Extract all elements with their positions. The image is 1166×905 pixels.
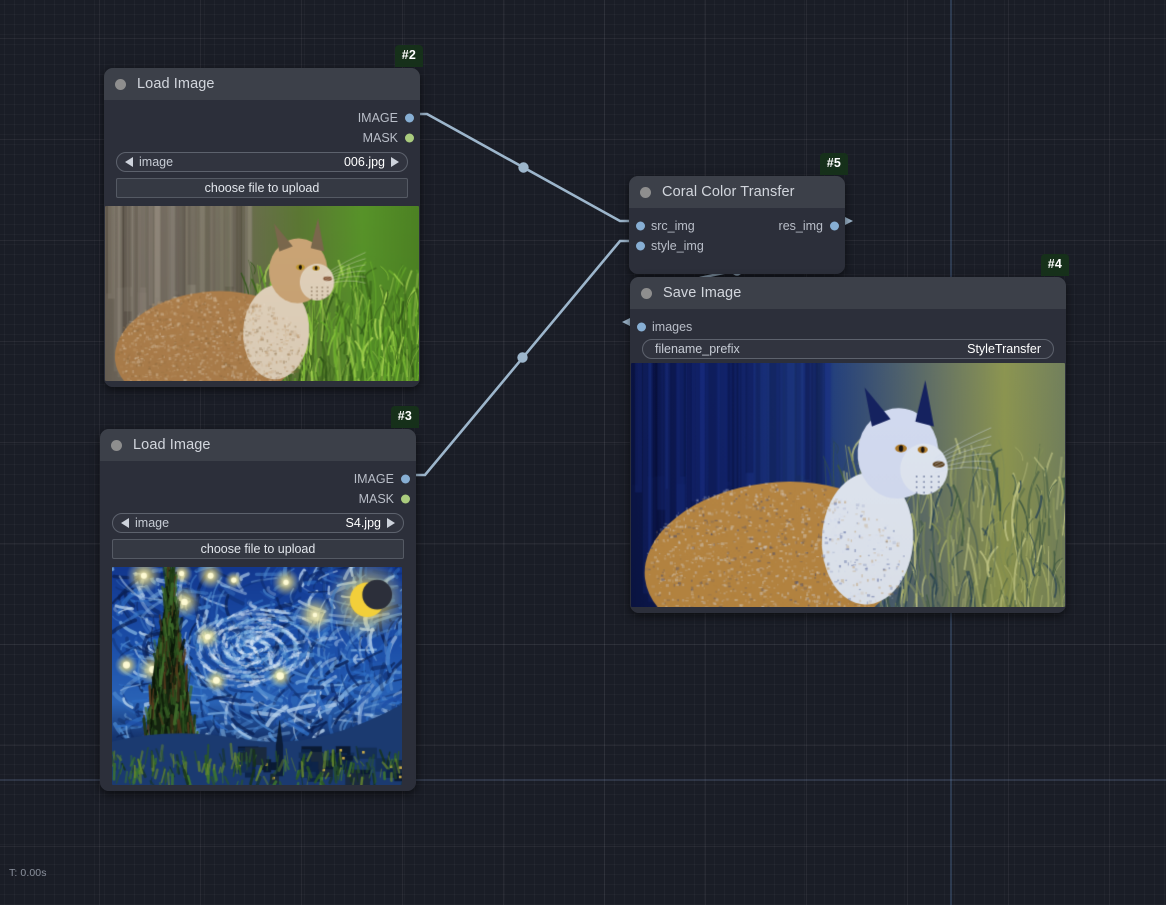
input-slot-images[interactable]: images	[630, 317, 1066, 337]
slot-row-src-res: src_img res_img	[629, 216, 845, 236]
output-slot-label: IMAGE	[353, 472, 394, 486]
link-load1-to-src	[409, 112, 638, 223]
output-port-image-icon[interactable]	[405, 113, 414, 123]
node-widgets: image S4.jpg choose file to upload	[100, 509, 416, 559]
widget-label: image	[135, 516, 170, 530]
widget-value: 006.jpg	[343, 155, 385, 169]
widget-image-combo[interactable]: image S4.jpg	[112, 513, 404, 533]
choose-file-button[interactable]: choose file to upload	[112, 539, 404, 559]
collapse-dot-icon[interactable]	[640, 186, 651, 198]
widget-value: S4.jpg	[345, 516, 381, 530]
canvas-status-readout: T: 0.00s I: 0 N: 4 [4] V: 98 FPS:101.01	[9, 843, 65, 905]
node-graph-canvas[interactable]: #2 Load Image IMAGE MASK image 006.jpg c…	[0, 0, 1166, 905]
link-input-arrow	[622, 318, 630, 326]
node-badge: #3	[390, 406, 419, 428]
node-title-bar[interactable]: Load Image	[104, 68, 420, 100]
output-slot-label: MASK	[358, 492, 394, 506]
link-midpoint-dot	[517, 352, 528, 363]
status-time: T: 0.00s	[9, 867, 47, 880]
node-save-image[interactable]: #4 Save Image images filename_prefix Sty…	[630, 254, 1069, 613]
node-title-text: Load Image	[133, 437, 211, 453]
link-load2-to-style	[407, 239, 638, 477]
node-title-bar[interactable]: Coral Color Transfer	[629, 176, 845, 208]
node-body: IMAGE MASK image 006.jpg choose file to …	[104, 100, 420, 387]
node-slots: IMAGE MASK	[100, 461, 416, 509]
widget-label: filename_prefix	[655, 342, 740, 356]
node-title-bar[interactable]: Load Image	[100, 429, 416, 461]
widget-label: image	[139, 155, 174, 169]
chevron-right-icon[interactable]	[391, 157, 399, 167]
output-slot-label: res_img	[778, 219, 823, 233]
node-badge: #2	[394, 45, 423, 67]
node-load-image-1[interactable]: #2 Load Image IMAGE MASK image 006.jpg c…	[104, 45, 423, 387]
input-port-style-img-icon[interactable]	[636, 241, 645, 251]
choose-file-button[interactable]: choose file to upload	[116, 178, 408, 198]
link-output-arrow	[845, 217, 853, 225]
input-slot-label: src_img	[651, 219, 695, 233]
node-title-text: Coral Color Transfer	[662, 184, 795, 200]
node-body: images filename_prefix StyleTransfer	[630, 309, 1066, 613]
node-load-image-2[interactable]: #3 Load Image IMAGE MASK image S4.jpg ch…	[100, 406, 419, 791]
output-port-mask-icon[interactable]	[405, 133, 414, 143]
widget-value: StyleTransfer	[967, 342, 1041, 356]
output-slot-label: IMAGE	[357, 111, 398, 125]
chevron-left-icon[interactable]	[121, 518, 129, 528]
input-slot-style-img[interactable]: style_img	[629, 236, 845, 256]
node-title-bar[interactable]: Save Image	[630, 277, 1066, 309]
collapse-dot-icon[interactable]	[115, 78, 126, 90]
output-slot-mask[interactable]: MASK	[104, 128, 420, 148]
input-slot-label: style_img	[651, 239, 704, 253]
output-slot-image[interactable]: IMAGE	[100, 469, 416, 489]
node-body: IMAGE MASK image S4.jpg choose file to u…	[100, 461, 416, 791]
node-badge: #5	[819, 153, 848, 175]
output-port-mask-icon[interactable]	[401, 494, 410, 504]
output-port-res-img-icon[interactable]	[830, 221, 839, 231]
lynx-stylized-canvas	[631, 363, 1065, 607]
lynx-photo-canvas	[105, 206, 419, 381]
link-midpoint-dot	[518, 162, 529, 173]
widget-image-combo[interactable]: image 006.jpg	[116, 152, 408, 172]
node-body: src_img res_img style_img	[629, 208, 845, 274]
image-preview[interactable]	[630, 363, 1066, 607]
output-slot-label: MASK	[362, 131, 398, 145]
input-slot-label: images	[652, 320, 693, 334]
node-title-text: Save Image	[663, 285, 742, 301]
starry-night-canvas	[112, 567, 402, 785]
input-port-src-img-icon[interactable]	[636, 221, 645, 231]
collapse-dot-icon[interactable]	[641, 287, 652, 299]
chevron-left-icon[interactable]	[125, 157, 133, 167]
widget-filename-prefix[interactable]: filename_prefix StyleTransfer	[642, 339, 1054, 359]
chevron-right-icon[interactable]	[387, 518, 395, 528]
collapse-dot-icon[interactable]	[111, 439, 122, 451]
node-widgets: filename_prefix StyleTransfer	[630, 337, 1066, 359]
output-slot-image[interactable]: IMAGE	[104, 108, 420, 128]
node-title-text: Load Image	[137, 76, 215, 92]
image-preview[interactable]	[100, 567, 416, 785]
image-preview[interactable]	[104, 206, 420, 381]
node-slots: src_img res_img style_img	[629, 208, 845, 256]
node-slots: images	[630, 309, 1066, 337]
node-coral-color-transfer[interactable]: #5 Coral Color Transfer src_img res_img …	[629, 153, 848, 274]
output-slot-mask[interactable]: MASK	[100, 489, 416, 509]
node-slots: IMAGE MASK	[104, 100, 420, 148]
node-widgets: image 006.jpg choose file to upload	[104, 148, 420, 198]
input-port-images-icon[interactable]	[637, 322, 646, 332]
node-badge: #4	[1040, 254, 1069, 276]
output-port-image-icon[interactable]	[401, 474, 410, 484]
